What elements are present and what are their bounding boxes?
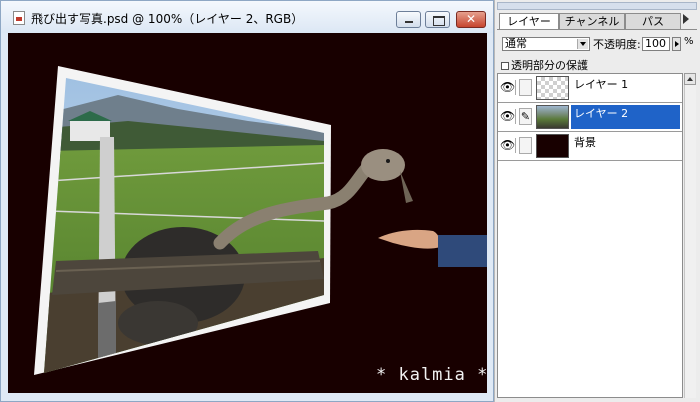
layer-row-layer-2[interactable]: 👁 ✎ レイヤー 2: [498, 103, 682, 132]
eye-icon[interactable]: 👁: [500, 80, 516, 95]
layer-thumbnail: [536, 134, 569, 158]
layer-thumbnail: [536, 105, 569, 129]
chevron-down-icon[interactable]: [577, 39, 588, 49]
minimize-icon: [397, 12, 420, 27]
minimize-button[interactable]: [396, 11, 421, 28]
palette-drag-bar[interactable]: [497, 2, 697, 10]
sleeve: [438, 235, 487, 267]
layer-name: レイヤー 1: [574, 78, 629, 91]
tab-channels[interactable]: チャンネル: [559, 13, 625, 29]
hand: [378, 229, 441, 249]
tab-divider: [497, 29, 697, 30]
palette-menu-icon[interactable]: [683, 14, 689, 24]
eye-icon[interactable]: 👁: [500, 109, 516, 124]
maximize-icon: [426, 12, 449, 27]
scroll-up-icon[interactable]: [684, 73, 696, 85]
opacity-slider-arrow-icon[interactable]: [672, 37, 681, 51]
watermark: * kalmia *: [376, 365, 487, 385]
tab-paths[interactable]: パス: [625, 13, 681, 29]
opacity-unit: %: [684, 36, 694, 47]
ostrich-head: [361, 149, 405, 181]
document-title: 飛び出す写真.psd @ 100%（レイヤー 2、RGB）: [31, 12, 304, 26]
layer-link-box[interactable]: [519, 79, 532, 96]
layer-list: 👁 レイヤー 1 👁 ✎ レイヤー 2 👁 背景: [497, 73, 683, 398]
layer-name: 背景: [574, 136, 596, 149]
lock-transparency[interactable]: 透明部分の保護: [501, 57, 588, 73]
layer-row-background[interactable]: 👁 背景: [498, 132, 682, 161]
opacity-label: 不透明度:: [593, 38, 641, 51]
lock-transparency-checkbox[interactable]: [501, 62, 509, 70]
layer-name: レイヤー 2: [571, 105, 680, 129]
blend-mode-value: 通常: [505, 37, 527, 50]
layer-row-layer-1[interactable]: 👁 レイヤー 1: [498, 74, 682, 103]
document-window: 飛び出す写真.psd @ 100%（レイヤー 2、RGB） ✕ * kalmia…: [0, 0, 494, 402]
psd-file-icon: [13, 11, 25, 25]
lock-transparency-label: 透明部分の保護: [511, 59, 588, 72]
maximize-button[interactable]: [425, 11, 450, 28]
close-button[interactable]: ✕: [456, 11, 486, 28]
document-canvas[interactable]: * kalmia *: [8, 33, 487, 393]
close-icon: ✕: [465, 12, 477, 26]
opacity-input[interactable]: 100: [642, 37, 670, 51]
document-titlebar[interactable]: 飛び出す写真.psd @ 100%（レイヤー 2、RGB） ✕: [1, 1, 493, 33]
layer-list-scrollbar[interactable]: [684, 85, 696, 398]
layers-palette: レイヤー チャンネル パス 通常 不透明度: 100 % 透明部分の保護 👁 レ…: [494, 0, 700, 402]
blend-mode-select[interactable]: 通常: [502, 37, 590, 51]
eye-icon[interactable]: 👁: [500, 138, 516, 153]
tab-layers[interactable]: レイヤー: [499, 13, 559, 29]
composite-photo: [34, 66, 487, 375]
brush-icon[interactable]: ✎: [519, 108, 532, 125]
layer-thumbnail: [536, 76, 569, 100]
layer-link-box[interactable]: [519, 137, 532, 154]
